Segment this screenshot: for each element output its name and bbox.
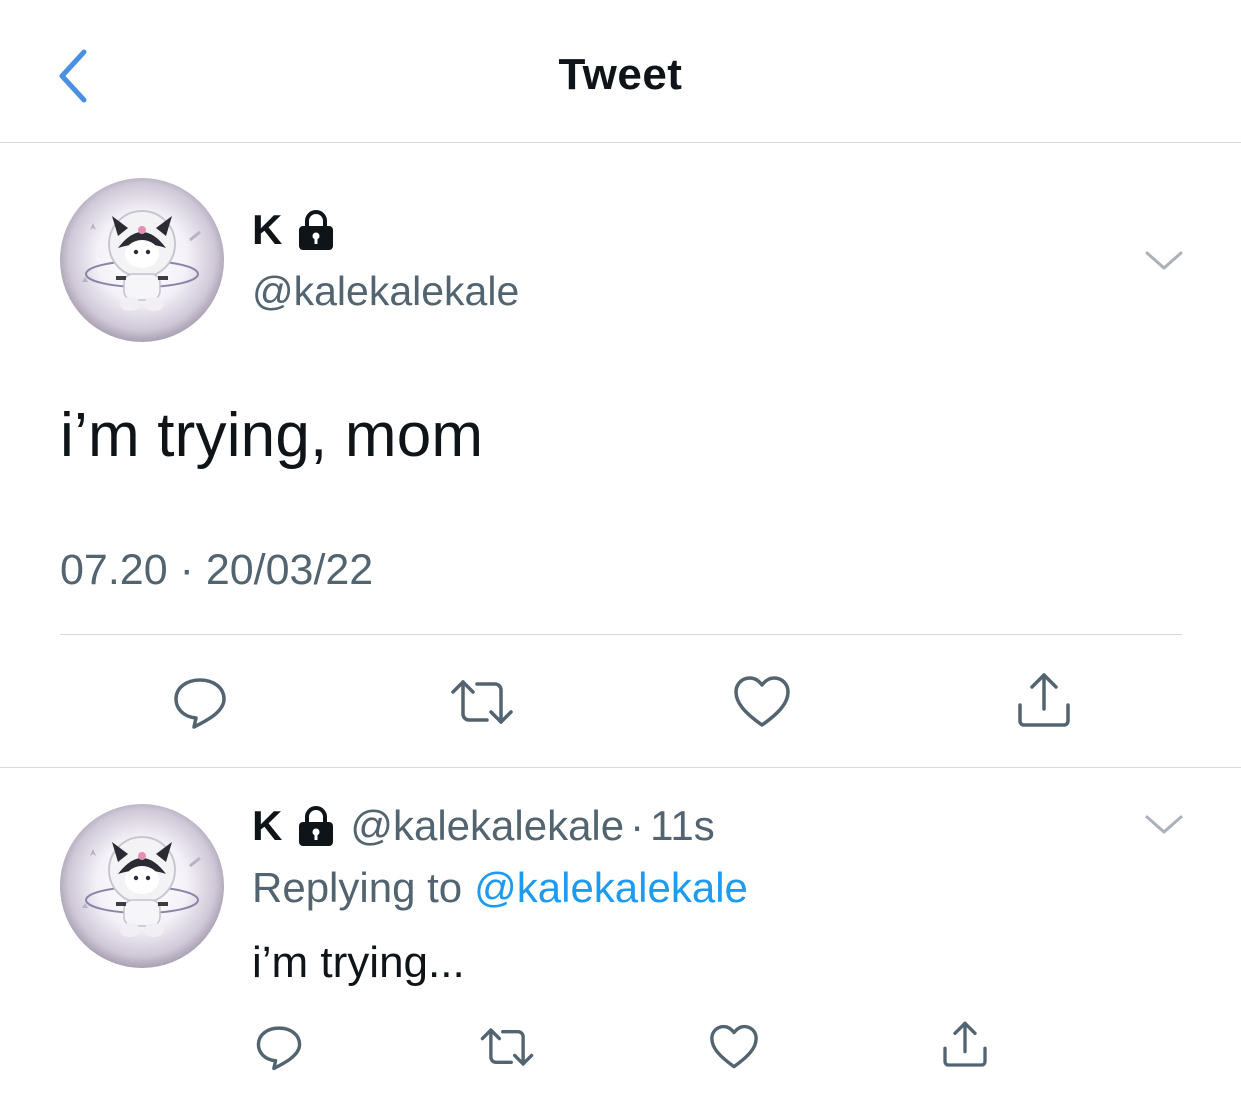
replying-to-handle-link[interactable]: @kalekalekale: [474, 864, 748, 911]
retweet-button[interactable]: [448, 672, 516, 732]
chevron-down-icon: [1145, 815, 1183, 834]
tweet-timestamp[interactable]: 07.20 · 20/03/22: [60, 546, 373, 595]
divider: [60, 634, 1182, 635]
page-title: Tweet: [558, 50, 683, 99]
chevron-down-icon: [1145, 251, 1183, 270]
more-options-button[interactable]: [1142, 246, 1186, 276]
reply-author-handle[interactable]: @kalekalekale: [350, 802, 624, 850]
reply-button[interactable]: [254, 1022, 304, 1072]
lock-icon: [294, 804, 338, 848]
tweet-time: 07.20: [60, 546, 168, 594]
retweet-icon: [480, 1028, 534, 1066]
timestamp-separator: ·: [179, 546, 194, 594]
heart-icon: [734, 676, 790, 727]
reply-tweet-text: i’m trying...: [252, 938, 465, 987]
tweet-date: 20/03/22: [205, 546, 374, 594]
retweet-button[interactable]: [478, 1022, 536, 1072]
reply-age[interactable]: 11s: [650, 802, 715, 850]
kuromi-astronaut-avatar-image: [82, 210, 201, 311]
author-name-row: K: [252, 206, 338, 254]
heart-icon: [710, 1024, 758, 1069]
replying-to-label: Replying to: [252, 864, 463, 911]
divider: [0, 767, 1241, 768]
reply-button[interactable]: [170, 672, 230, 732]
like-button[interactable]: [708, 1022, 760, 1072]
author-handle[interactable]: @kalekalekale: [252, 268, 519, 315]
reply-meta-row: K @kalekalekale · 11s: [252, 802, 715, 850]
share-button[interactable]: [1012, 670, 1076, 732]
replying-to-line: Replying to @kalekalekale: [252, 864, 748, 912]
reply-bubble-icon: [256, 1026, 302, 1071]
kuromi-astronaut-avatar-image: [82, 836, 201, 937]
more-options-button[interactable]: [1142, 810, 1186, 840]
author-name[interactable]: K: [252, 206, 282, 254]
lock-icon: [294, 208, 338, 252]
meta-separator: ·: [630, 802, 645, 849]
top-bar: Tweet: [0, 0, 1241, 143]
avatar[interactable]: [60, 804, 224, 968]
share-icon: [1018, 673, 1070, 727]
tweet-text: i’m trying, mom: [60, 401, 484, 470]
reply-author-name[interactable]: K: [252, 802, 282, 850]
share-icon: [943, 1021, 987, 1067]
avatar[interactable]: [60, 178, 224, 342]
like-button[interactable]: [732, 672, 792, 732]
share-button[interactable]: [938, 1018, 992, 1072]
retweet-icon: [451, 680, 513, 724]
reply-bubble-icon: [174, 678, 226, 729]
